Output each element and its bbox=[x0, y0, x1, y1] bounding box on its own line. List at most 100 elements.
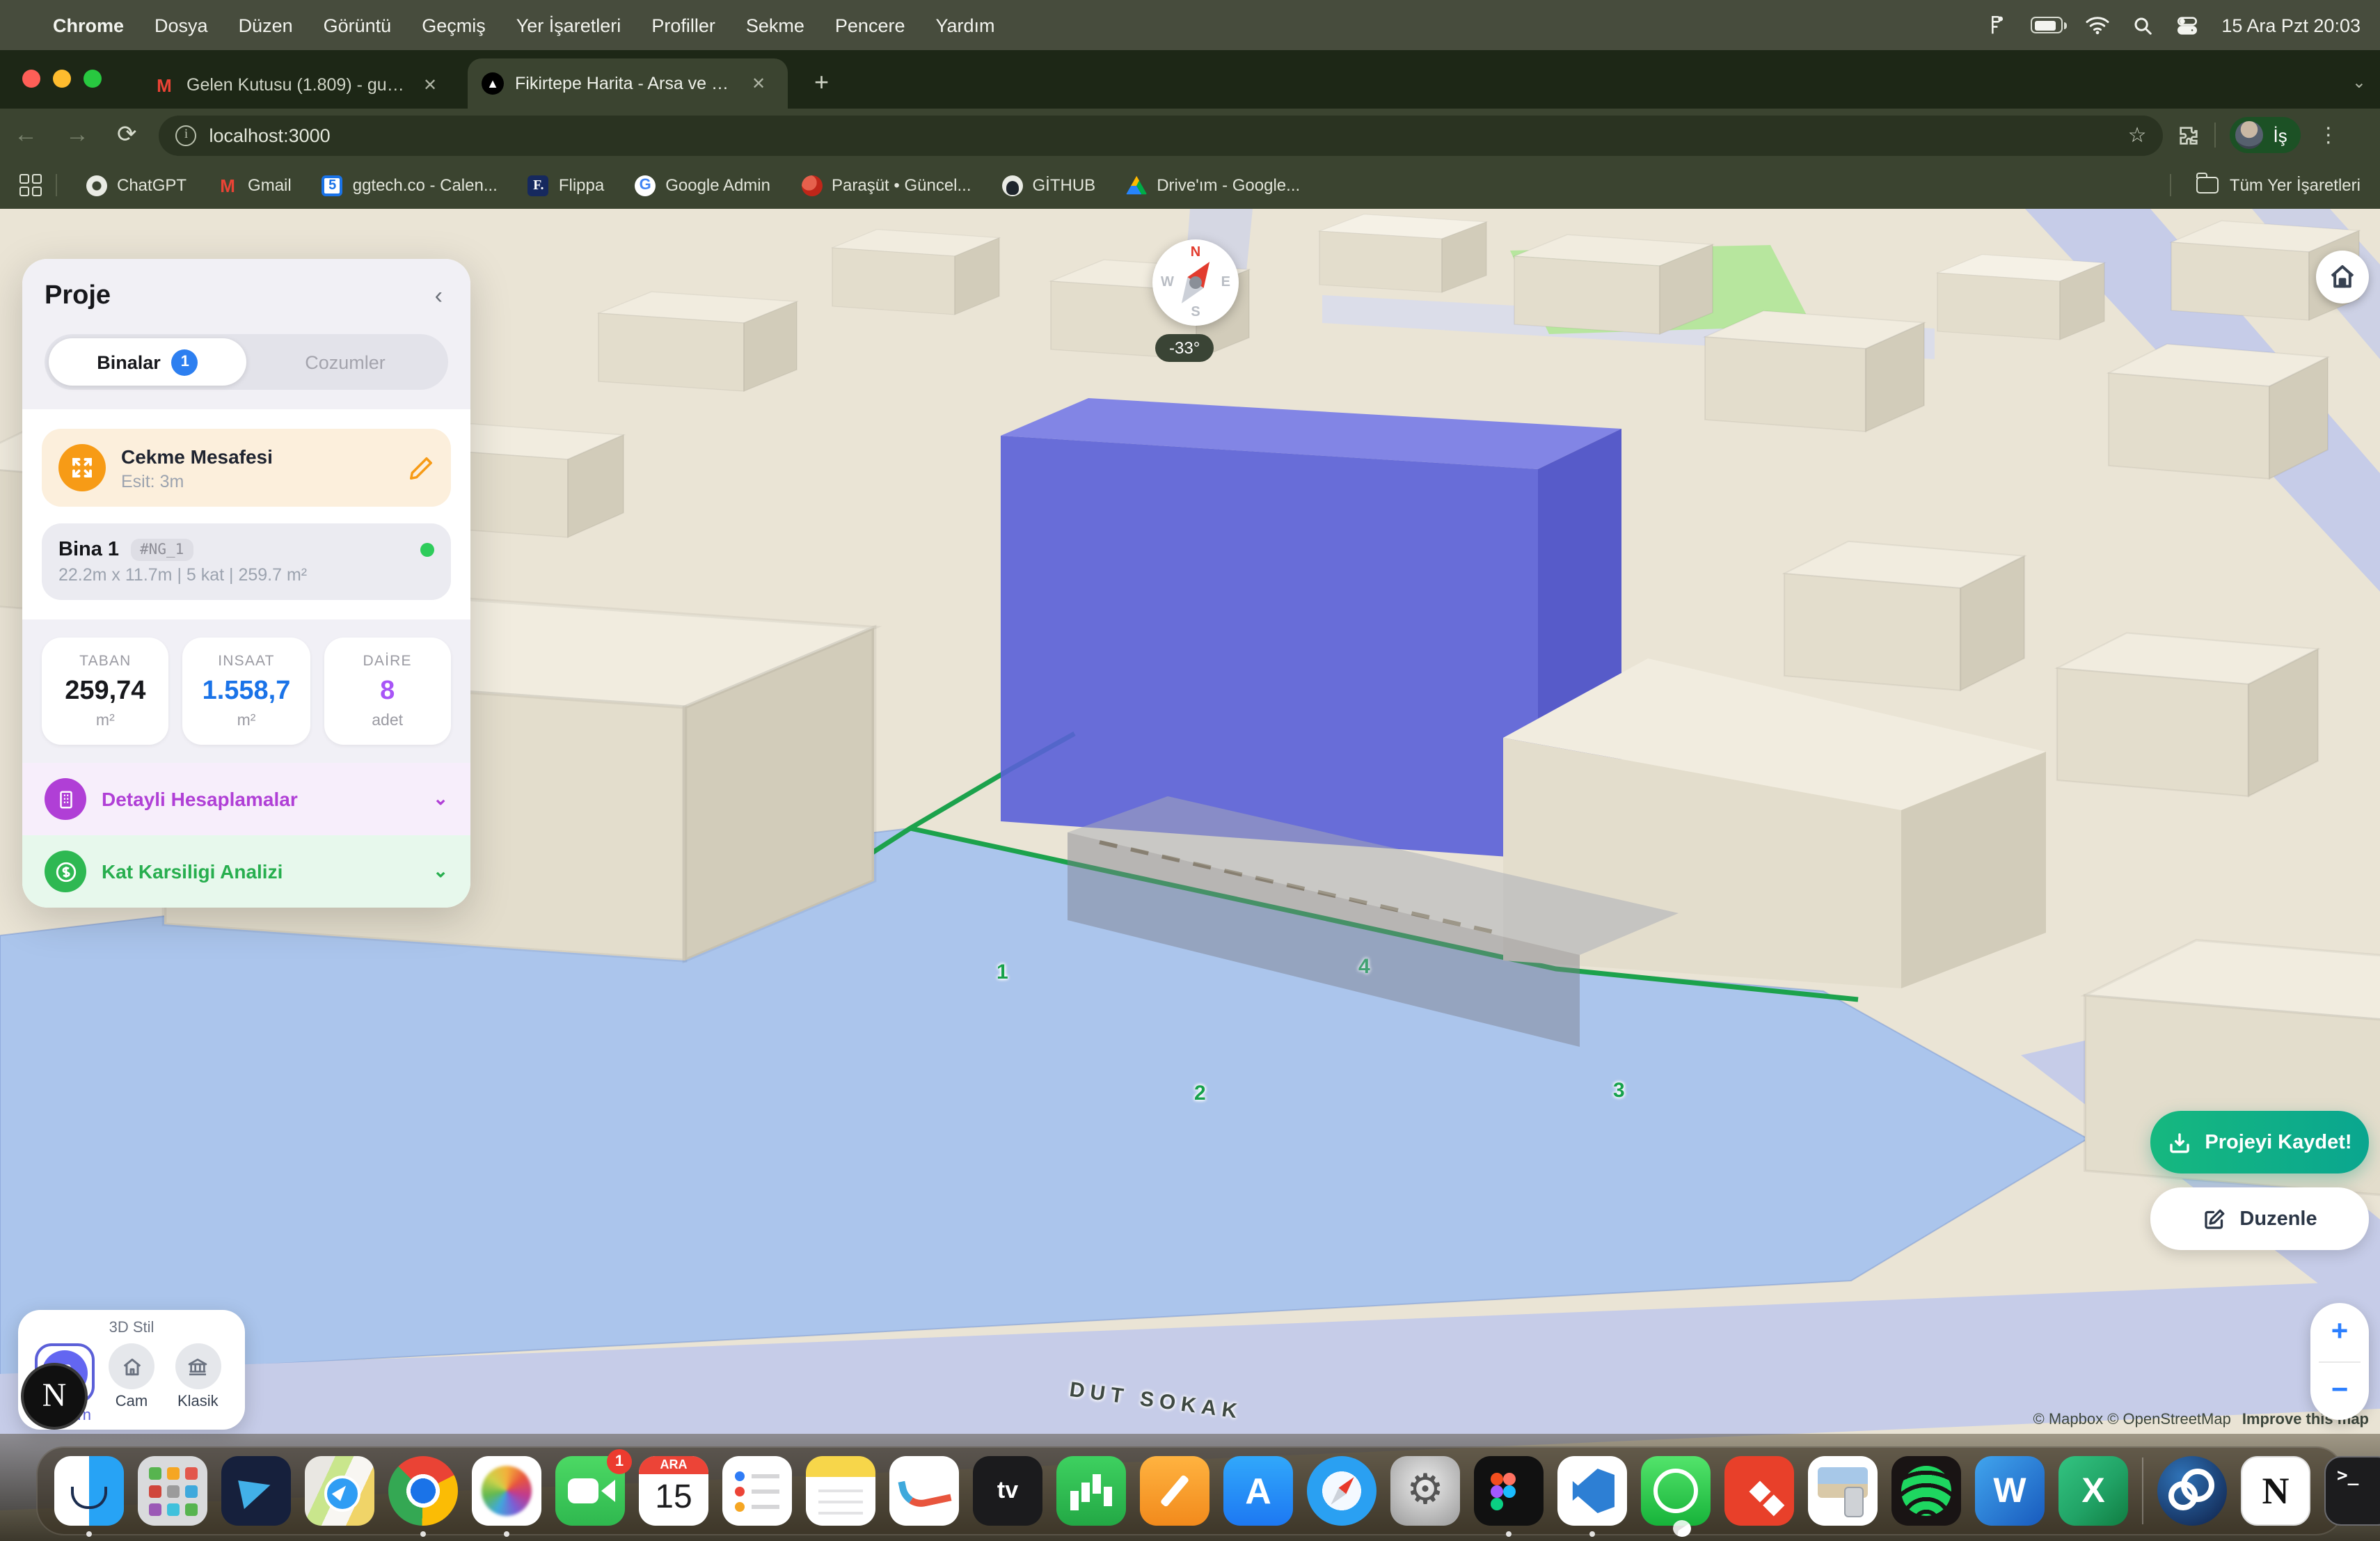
maps-dock-icon[interactable] bbox=[305, 1456, 374, 1526]
vscode-dock-icon[interactable] bbox=[1557, 1456, 1627, 1526]
chrome-dock-icon[interactable] bbox=[388, 1456, 458, 1526]
minimize-window-button[interactable] bbox=[53, 70, 71, 88]
bookmark-chatgpt[interactable]: ChatGPT bbox=[71, 169, 202, 201]
panel-body: Cekme Mesafesi Esit: 3m Bina 1 #NG_1 22.… bbox=[22, 409, 470, 619]
appstore-dock-icon[interactable] bbox=[1223, 1456, 1293, 1526]
spotify-dock-icon[interactable] bbox=[1891, 1456, 1961, 1526]
menu-item-dosya[interactable]: Dosya bbox=[141, 9, 222, 41]
menu-item-görüntü[interactable]: Görüntü bbox=[310, 9, 406, 41]
control-center-icon[interactable] bbox=[2175, 15, 2199, 35]
bookmark-gadmin[interactable]: GGoogle Admin bbox=[619, 169, 786, 201]
collapse-panel-button[interactable]: ‹ bbox=[429, 283, 448, 310]
photos-dock-icon[interactable] bbox=[472, 1456, 541, 1526]
tab-cozumler[interactable]: Cozumler bbox=[246, 338, 444, 386]
bookmark-star-icon[interactable]: ☆ bbox=[2128, 123, 2147, 148]
tab-gmail[interactable]: M Gelen Kutusu (1.809) - gurha ✕ bbox=[139, 61, 459, 109]
zoom-in-button[interactable]: + bbox=[2310, 1303, 2369, 1361]
tab-search-chevron-icon[interactable]: ⌄ bbox=[2352, 72, 2366, 92]
compass-north-label: N bbox=[1191, 245, 1200, 260]
menu-item-yardım[interactable]: Yardım bbox=[922, 9, 1009, 41]
bookmark-label: Drive'ım - Google... bbox=[1157, 175, 1300, 195]
chevron-down-icon[interactable]: ⌄ bbox=[433, 860, 448, 883]
zoom-out-button[interactable]: − bbox=[2310, 1362, 2369, 1420]
tab-binalar[interactable]: Binalar 1 bbox=[49, 338, 246, 386]
menu-item-yer i̇şaretleri[interactable]: Yer İşaretleri bbox=[502, 9, 635, 41]
bookmark-cal[interactable]: 5ggtech.co - Calen... bbox=[307, 169, 513, 201]
safari-dock-icon[interactable] bbox=[1307, 1456, 1377, 1526]
save-project-button[interactable]: Projeyi Kaydet! bbox=[2150, 1111, 2369, 1173]
extensions-icon[interactable] bbox=[2177, 123, 2201, 147]
steam-dock-icon[interactable] bbox=[2157, 1456, 2227, 1526]
menu-item-geçmiş[interactable]: Geçmiş bbox=[408, 9, 500, 41]
notes-dock-icon[interactable] bbox=[806, 1456, 875, 1526]
status-widget-icon[interactable] bbox=[1985, 13, 2008, 37]
compass-west-label: W bbox=[1161, 275, 1174, 290]
launchpad-dock-icon[interactable] bbox=[138, 1456, 207, 1526]
bookmark-label: ChatGPT bbox=[117, 175, 187, 195]
style-option-klasik[interactable]: Klasik bbox=[165, 1343, 231, 1410]
numbers-dock-icon[interactable] bbox=[1056, 1456, 1126, 1526]
back-button[interactable]: ← bbox=[0, 121, 51, 149]
address-bar[interactable]: i localhost:3000 ☆ bbox=[159, 115, 2164, 155]
edit-pencil-icon[interactable] bbox=[408, 455, 434, 481]
home-button[interactable] bbox=[2316, 251, 2369, 303]
profile-name: İş bbox=[2274, 125, 2287, 145]
drive-favicon bbox=[1126, 175, 1147, 196]
calendar-dock-icon[interactable]: ARA15 bbox=[639, 1456, 708, 1526]
bookmark-drive[interactable]: Drive'ım - Google... bbox=[1111, 169, 1315, 201]
bookmark-github[interactable]: GİTHUB bbox=[987, 169, 1111, 201]
forward-button[interactable]: → bbox=[51, 121, 103, 149]
style-option-cam[interactable]: Cam bbox=[98, 1343, 164, 1410]
bookmark-gmail[interactable]: MGmail bbox=[202, 169, 307, 201]
word-dock-icon[interactable] bbox=[1975, 1456, 2045, 1526]
reminders-dock-icon[interactable] bbox=[722, 1456, 792, 1526]
excel-dock-icon[interactable] bbox=[2058, 1456, 2128, 1526]
whatsapp-dock-icon[interactable] bbox=[1641, 1456, 1711, 1526]
settings-dock-icon[interactable] bbox=[1390, 1456, 1460, 1526]
preview-dock-icon[interactable] bbox=[1808, 1456, 1878, 1526]
menu-bar-clock[interactable]: 15 Ara Pzt 20:03 bbox=[2221, 15, 2361, 35]
notion-dock-icon[interactable] bbox=[2241, 1456, 2310, 1526]
reload-button[interactable]: ⟳ bbox=[103, 121, 151, 149]
wifi-icon[interactable] bbox=[2085, 15, 2110, 35]
battery-icon[interactable] bbox=[2031, 17, 2063, 33]
setback-card[interactable]: Cekme Mesafesi Esit: 3m bbox=[42, 429, 451, 507]
appletv-dock-icon[interactable] bbox=[973, 1456, 1042, 1526]
apps-grid-icon[interactable] bbox=[19, 174, 42, 196]
bookmark-parasut[interactable]: Paraşüt • Güncel... bbox=[786, 169, 987, 201]
pages-dock-icon[interactable] bbox=[1140, 1456, 1209, 1526]
tab-fikirtepe-active[interactable]: ▲ Fikirtepe Harita - Arsa ve Blok ✕ bbox=[468, 58, 788, 109]
freeform-dock-icon[interactable] bbox=[889, 1456, 959, 1526]
chevron-down-icon[interactable]: ⌄ bbox=[433, 788, 448, 810]
site-info-icon[interactable]: i bbox=[176, 125, 197, 145]
spotlight-search-icon[interactable] bbox=[2132, 15, 2153, 35]
new-tab-button[interactable]: + bbox=[814, 70, 829, 95]
edit-button[interactable]: Duzenle bbox=[2150, 1187, 2369, 1250]
close-tab-icon[interactable]: ✕ bbox=[749, 74, 768, 93]
facetime-dock-icon[interactable]: 1 bbox=[555, 1456, 625, 1526]
nextjs-dev-badge[interactable]: N bbox=[21, 1363, 88, 1430]
figma-dock-icon[interactable] bbox=[1474, 1456, 1544, 1526]
fullscreen-window-button[interactable] bbox=[84, 70, 102, 88]
compass-control[interactable]: N S W E bbox=[1152, 239, 1239, 326]
close-window-button[interactable] bbox=[22, 70, 40, 88]
all-bookmarks-label[interactable]: Tüm Yer İşaretleri bbox=[2230, 175, 2361, 195]
finder-dock-icon[interactable] bbox=[54, 1456, 124, 1526]
terminal-dock-icon[interactable] bbox=[2324, 1456, 2380, 1526]
menu-item-sekme[interactable]: Sekme bbox=[732, 9, 818, 41]
diamond-dock-icon[interactable] bbox=[1724, 1456, 1794, 1526]
section-detayli-hesaplamalar[interactable]: Detayli Hesaplamalar ⌄ bbox=[22, 763, 470, 835]
close-tab-icon[interactable]: ✕ bbox=[420, 75, 440, 95]
telegram-dock-icon[interactable] bbox=[221, 1456, 291, 1526]
section-kat-karsiligi[interactable]: Kat Karsiligi Analizi ⌄ bbox=[22, 835, 470, 908]
bookmark-flippa[interactable]: F.Flippa bbox=[513, 169, 619, 201]
tab-cozumler-label: Cozumler bbox=[305, 351, 386, 372]
setback-title: Cekme Mesafesi bbox=[121, 445, 392, 467]
building-card[interactable]: Bina 1 #NG_1 22.2m x 11.7m | 5 kat | 259… bbox=[42, 523, 451, 600]
profile-chip[interactable]: İş bbox=[2230, 117, 2301, 153]
menu-item-pencere[interactable]: Pencere bbox=[821, 9, 919, 41]
menu-item-düzen[interactable]: Düzen bbox=[225, 9, 307, 41]
chrome-menu-icon[interactable]: ⋮ bbox=[2315, 123, 2351, 148]
menu-item-profiller[interactable]: Profiller bbox=[637, 9, 729, 41]
menu-item-chrome[interactable]: Chrome bbox=[39, 9, 138, 41]
